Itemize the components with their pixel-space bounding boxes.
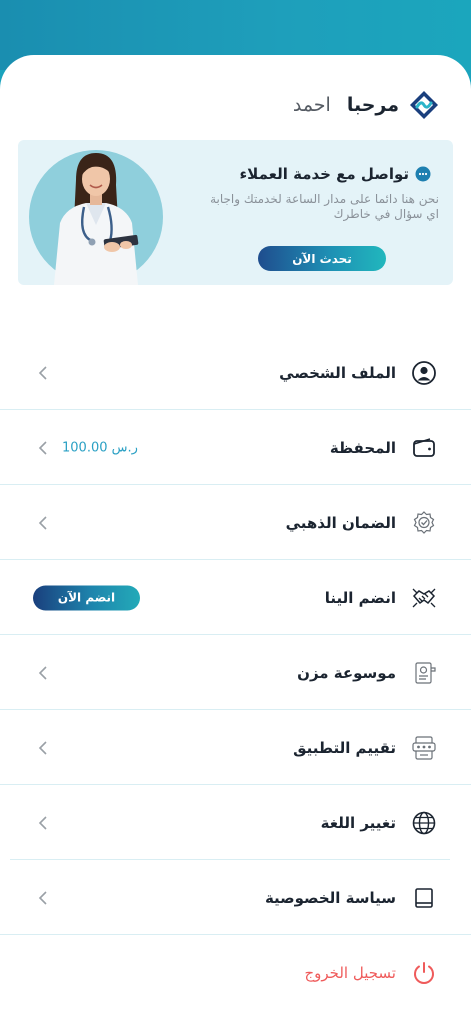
handshake-icon [412, 588, 436, 607]
logout-label: تسجيل الخروج [304, 963, 396, 982]
support-card-title: تواصل مع خدمة العملاء [240, 165, 431, 183]
greeting-user-name: احمد [292, 94, 331, 116]
menu-item-label: سياسة الخصوصية [264, 888, 396, 907]
greeting-welcome: مرحبا [346, 94, 399, 116]
globe-icon [412, 811, 436, 834]
encyclopedia-icon [415, 661, 436, 684]
chevron-left-icon [38, 515, 47, 530]
chevron-left-icon [38, 815, 47, 830]
award-badge-icon [413, 510, 435, 534]
chevron-left-icon [38, 890, 47, 905]
wallet-icon [413, 437, 435, 457]
chevron-left-icon [38, 665, 47, 680]
user-circle-icon [412, 360, 436, 385]
menu-item-privacy-policy[interactable]: سياسة الخصوصية [0, 860, 471, 935]
doctor-illustration [29, 150, 163, 285]
talk-now-button[interactable]: تحدث الآن [258, 246, 386, 271]
power-icon [414, 961, 434, 984]
menu-item-label: الملف الشخصي [279, 363, 396, 382]
support-card-title-text: تواصل مع خدمة العملاء [239, 165, 409, 183]
chevron-left-icon [38, 740, 47, 755]
chat-bubble-icon [415, 166, 431, 182]
customer-support-card: تواصل مع خدمة العملاء نحن هنا دائما على … [18, 140, 453, 285]
menu-item-join-us[interactable]: انضم الينا انضم الآن [0, 560, 471, 635]
menu-item-label: تقييم التطبيق [293, 738, 396, 757]
chevron-left-icon [38, 365, 47, 380]
menu-item-profile[interactable]: الملف الشخصي [0, 335, 471, 410]
support-card-description: نحن هنا دائما على مدار الساعة لخدمتك واج… [210, 192, 439, 221]
greeting: مرحبا احمد [293, 90, 439, 120]
book-icon [415, 887, 433, 908]
chevron-left-icon [38, 440, 47, 455]
menu-item-change-language[interactable]: تغيير اللغة [0, 785, 471, 860]
menu-item-golden-guarantee[interactable]: الضمان الذهبي [0, 485, 471, 560]
menu-item-rate-app[interactable]: تقييم التطبيق [0, 710, 471, 785]
app-logo-icon [410, 91, 438, 119]
menu-item-label: انضم الينا [324, 588, 396, 607]
menu-item-encyclopedia[interactable]: موسوعة مزن [0, 635, 471, 710]
menu-item-label: تغيير اللغة [320, 813, 396, 832]
menu-item-logout[interactable]: تسجيل الخروج [0, 935, 471, 1010]
rating-icon [412, 735, 436, 760]
wallet-balance: 100.00 ر.س [62, 440, 138, 455]
menu-item-label: موسوعة مزن [297, 663, 396, 682]
menu-item-label: المحفظة [329, 438, 396, 457]
menu-item-wallet[interactable]: المحفظة 100.00 ر.س [0, 410, 471, 485]
menu-item-label: الضمان الذهبي [285, 513, 396, 532]
join-now-button[interactable]: انضم الآن [33, 585, 140, 610]
